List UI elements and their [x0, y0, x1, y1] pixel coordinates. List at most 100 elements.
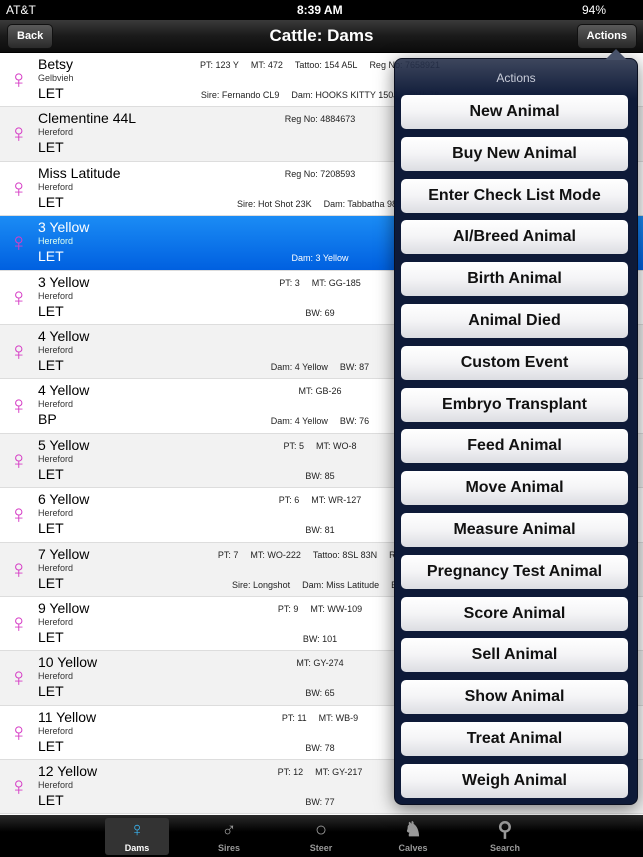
female-icon: ♀ [9, 335, 29, 366]
clock: 8:39 AM [297, 3, 343, 17]
action-button[interactable]: Score Animal [401, 596, 628, 631]
detail-field: Reg No: 4884673 [284, 114, 356, 125]
detail-field: PT: 9 [277, 603, 299, 614]
action-button[interactable]: Treat Animal [401, 722, 628, 756]
action-button[interactable]: Embryo Transplant [401, 387, 628, 422]
animal-status: BP [38, 411, 57, 428]
popover-title: Actions [496, 71, 536, 85]
action-button[interactable]: Custom Event [401, 345, 628, 380]
detail-field: PT: 12 [277, 767, 304, 778]
female-icon: ♀ [9, 64, 29, 94]
female-icon: ♀ [9, 118, 29, 149]
tab-label: Calves [398, 843, 428, 853]
animal-status: LET [38, 520, 64, 537]
detail-field: BW: 87 [339, 361, 370, 372]
action-button[interactable]: Sell Animal [401, 638, 628, 673]
battery-percent: 94% [582, 3, 607, 17]
detail-field: Sire: Hot Shot 23K [237, 198, 312, 209]
action-button[interactable]: Measure Animal [401, 513, 628, 547]
female-icon: ♀ [9, 499, 29, 530]
detail-field: BW: 76 [339, 416, 370, 427]
animal-name: 6 Yellow [38, 491, 90, 508]
animal-name: 4 Yellow [38, 382, 90, 399]
female-icon: ♀ [9, 662, 29, 693]
tab-label: Search [489, 843, 521, 853]
detail-field: MT: WB-9 [318, 712, 359, 723]
detail-field: Dam: 4 Yellow [270, 361, 328, 372]
action-button[interactable]: Pregnancy Test Animal [401, 554, 628, 589]
tab-steer[interactable]: ○ Steer [289, 818, 353, 855]
animal-breed: Gelbvieh [38, 73, 74, 83]
animal-status: LET [38, 302, 64, 319]
animal-status: LET [38, 465, 64, 482]
action-button[interactable]: New Animal [401, 95, 628, 129]
animal-name: 7 Yellow [38, 545, 90, 562]
action-button[interactable]: Weigh Animal [401, 763, 628, 798]
female-icon: ♀ [9, 281, 29, 312]
animal-status: LET [38, 356, 64, 373]
animal-status: LET [38, 683, 64, 700]
detail-field: Tattoo: 8SL 83N [312, 549, 378, 560]
animal-breed: Hereford [38, 453, 74, 464]
female-icon: ♀ [9, 771, 29, 802]
female-icon: ♀ [129, 819, 145, 841]
detail-field: Reg No: 7208593 [284, 168, 356, 179]
actions-button[interactable]: Actions [576, 24, 637, 49]
female-icon: ♀ [9, 607, 29, 638]
detail-field: MT: WW-109 [310, 603, 363, 614]
detail-field: BW: 81 [305, 525, 335, 536]
detail-field: MT: WO-8 [316, 440, 357, 451]
detail-field: MT: 472 [250, 60, 283, 70]
female-icon: ♀ [9, 390, 29, 421]
action-button[interactable]: Show Animal [401, 680, 628, 715]
animal-name: Betsy [38, 56, 74, 72]
female-icon: ♀ [9, 172, 29, 203]
animal-name: 3 Yellow [38, 273, 90, 290]
detail-field: BW: 101 [302, 633, 338, 644]
detail-field: Sire: Fernando CL9 [200, 90, 280, 100]
detail-field: MT: GY-274 [296, 658, 344, 669]
detail-field: Dam: Miss Latitude [302, 579, 380, 590]
neuter-icon: ○ [314, 819, 328, 841]
female-icon: ♀ [9, 444, 29, 475]
tab-sires[interactable]: ♂ Sires [197, 818, 261, 855]
animal-breed: Hereford [38, 181, 74, 192]
detail-field: BW: 65 [305, 688, 335, 699]
action-button[interactable]: Birth Animal [401, 262, 628, 297]
tab-label: Dams [124, 843, 150, 853]
detail-field: PT: 3 [279, 277, 300, 288]
animal-name: 9 Yellow [38, 599, 90, 616]
detail-field: Dam: 4 Yellow [270, 416, 328, 427]
animal-name: 3 Yellow [38, 219, 90, 236]
animal-name: 10 Yellow [38, 654, 98, 671]
action-button[interactable]: Enter Check List Mode [401, 178, 628, 213]
detail-field: MT: GB-26 [298, 386, 342, 397]
animal-breed: Hereford [38, 780, 74, 791]
detail-field: Sire: Longshot [232, 579, 291, 590]
animal-status: LET [38, 792, 64, 809]
detail-field: MT: GY-217 [315, 767, 363, 778]
tab-dams[interactable]: ♀ Dams [105, 818, 169, 855]
actions-popover: Actions New Animal Buy New Animal Enter Ch… [394, 49, 638, 805]
action-button[interactable]: Feed Animal [401, 429, 628, 464]
carrier: AT&T [6, 3, 36, 17]
action-button[interactable]: Move Animal [401, 471, 628, 506]
action-button[interactable]: Buy New Animal [401, 136, 628, 171]
action-button[interactable]: Animal Died [401, 304, 628, 338]
animal-breed: Hereford [38, 127, 74, 138]
detail-field: PT: 5 [283, 440, 304, 451]
animal-status: LET [38, 248, 64, 265]
navigation-bar: Back Cattle: Dams Actions [0, 20, 643, 53]
animal-name: 11 Yellow [38, 708, 97, 725]
tab-calves[interactable]: ♞ Calves [381, 818, 445, 855]
detail-field: PT: 123 Y [199, 60, 239, 70]
detail-field: MT: WR-127 [311, 495, 362, 506]
detail-field: PT: 6 [278, 495, 300, 506]
tab-search[interactable]: ⚲ Search [473, 818, 537, 855]
action-button[interactable]: AI/Breed Animal [401, 220, 628, 255]
animal-name: 4 Yellow [38, 327, 90, 344]
animal-breed: Hereford [38, 671, 74, 682]
detail-field: MT: GG-185 [311, 277, 361, 288]
detail-field: PT: 11 [281, 712, 307, 723]
page-title: Cattle: Dams [269, 26, 374, 45]
